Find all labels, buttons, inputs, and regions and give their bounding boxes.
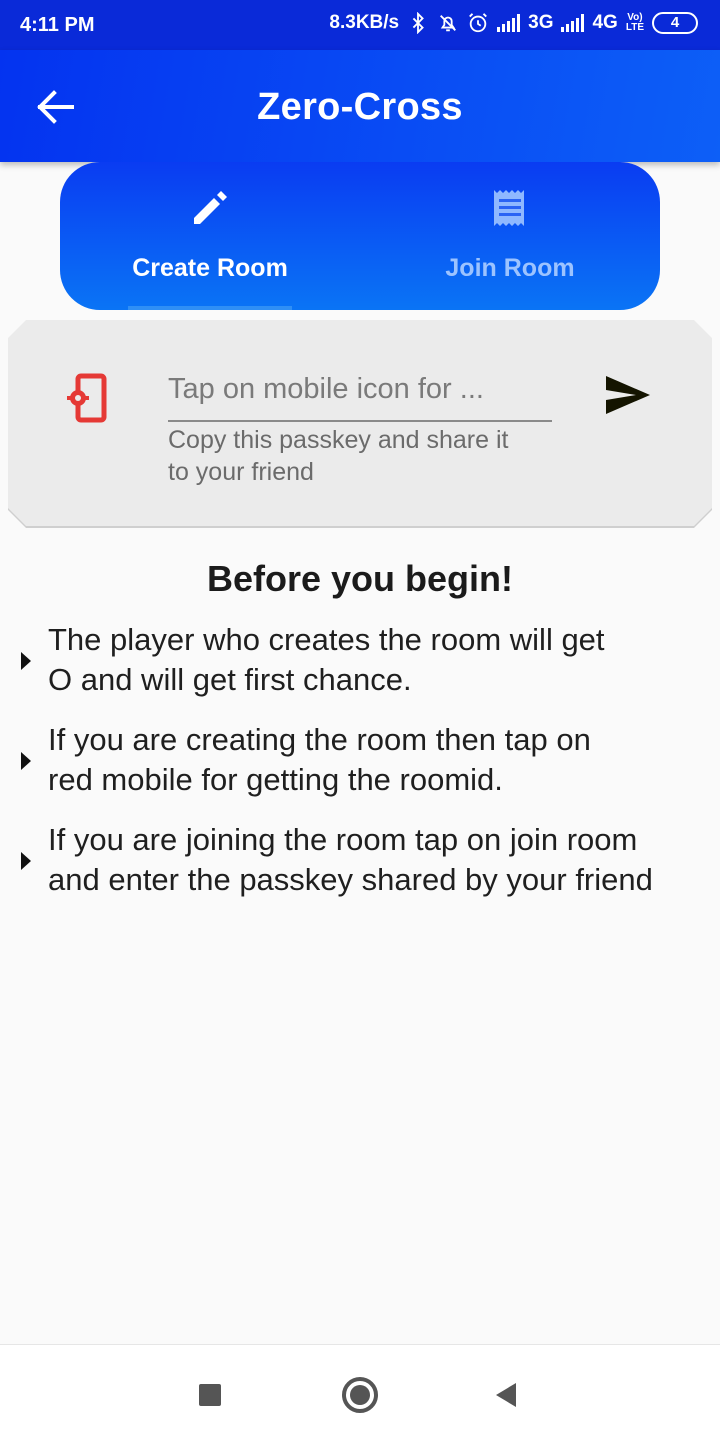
signal-icon [497, 14, 521, 32]
instruction-text: The player who creates the room will get… [48, 622, 605, 697]
volte-badge: Vo) LTE [626, 13, 644, 33]
list-item: The player who creates the room will get… [0, 620, 720, 710]
bluetooth-icon [412, 12, 425, 34]
send-icon [604, 374, 652, 416]
system-nav-bar [0, 1344, 720, 1440]
pencil-icon [194, 191, 227, 224]
recents-square-icon [199, 1384, 221, 1406]
caret-right-icon [21, 852, 31, 870]
mobile-settings-button[interactable] [64, 372, 114, 428]
net-speed: 8.3KB/s [329, 12, 400, 33]
tab-join-room[interactable]: Join Room [360, 162, 660, 310]
room-tabs: Create Room Join Room [60, 162, 660, 310]
tab-label: Create Room [132, 254, 288, 282]
instruction-text: If you are joining the room tap on join … [48, 822, 653, 897]
passkey-input[interactable] [168, 350, 552, 422]
instructions-heading: Before you begin! [206, 558, 514, 599]
mobile-settings-icon [64, 372, 114, 428]
caret-right-icon [21, 652, 31, 670]
instruction-text: If you are creating the room then tap on… [48, 722, 591, 797]
passkey-helper-text: Copy this passkey and share it to your f… [168, 426, 509, 486]
signal-icon-2 [561, 14, 585, 32]
network-4g: 4G [592, 12, 618, 33]
caret-right-icon [21, 752, 31, 770]
send-button[interactable] [604, 374, 660, 424]
page-title: Zero-Cross [257, 86, 463, 128]
recents-button[interactable] [190, 1375, 230, 1415]
system-back-button[interactable] [488, 1375, 528, 1415]
status-icons: 8.3KB/s 3G 4G Vo) LTE 4 [329, 12, 698, 34]
app-bar: Zero-Cross [0, 50, 720, 162]
home-circle-icon [342, 1377, 378, 1413]
receipt-icon [494, 190, 524, 226]
list-item: If you are joining the room tap on join … [0, 820, 720, 910]
battery-icon: 4 [652, 12, 698, 34]
tab-label: Join Room [445, 254, 575, 282]
status-time: 4:11 PM [20, 14, 95, 36]
back-triangle-icon [496, 1383, 516, 1407]
volte-bottom: LTE [625, 22, 644, 33]
network-3g: 3G [528, 12, 554, 33]
home-button[interactable] [340, 1375, 380, 1415]
tab-create-room[interactable]: Create Room [60, 162, 360, 310]
create-room-card: Copy this passkey and share it to your f… [8, 320, 712, 526]
alarm-icon [469, 13, 488, 33]
tab-selected-indicator [128, 306, 292, 310]
list-item: If you are creating the room then tap on… [0, 720, 720, 810]
mute-icon [440, 15, 457, 32]
status-bar: 4:11 PM 8.3KB/s 3G 4G Vo) LTE 4 [0, 0, 720, 50]
